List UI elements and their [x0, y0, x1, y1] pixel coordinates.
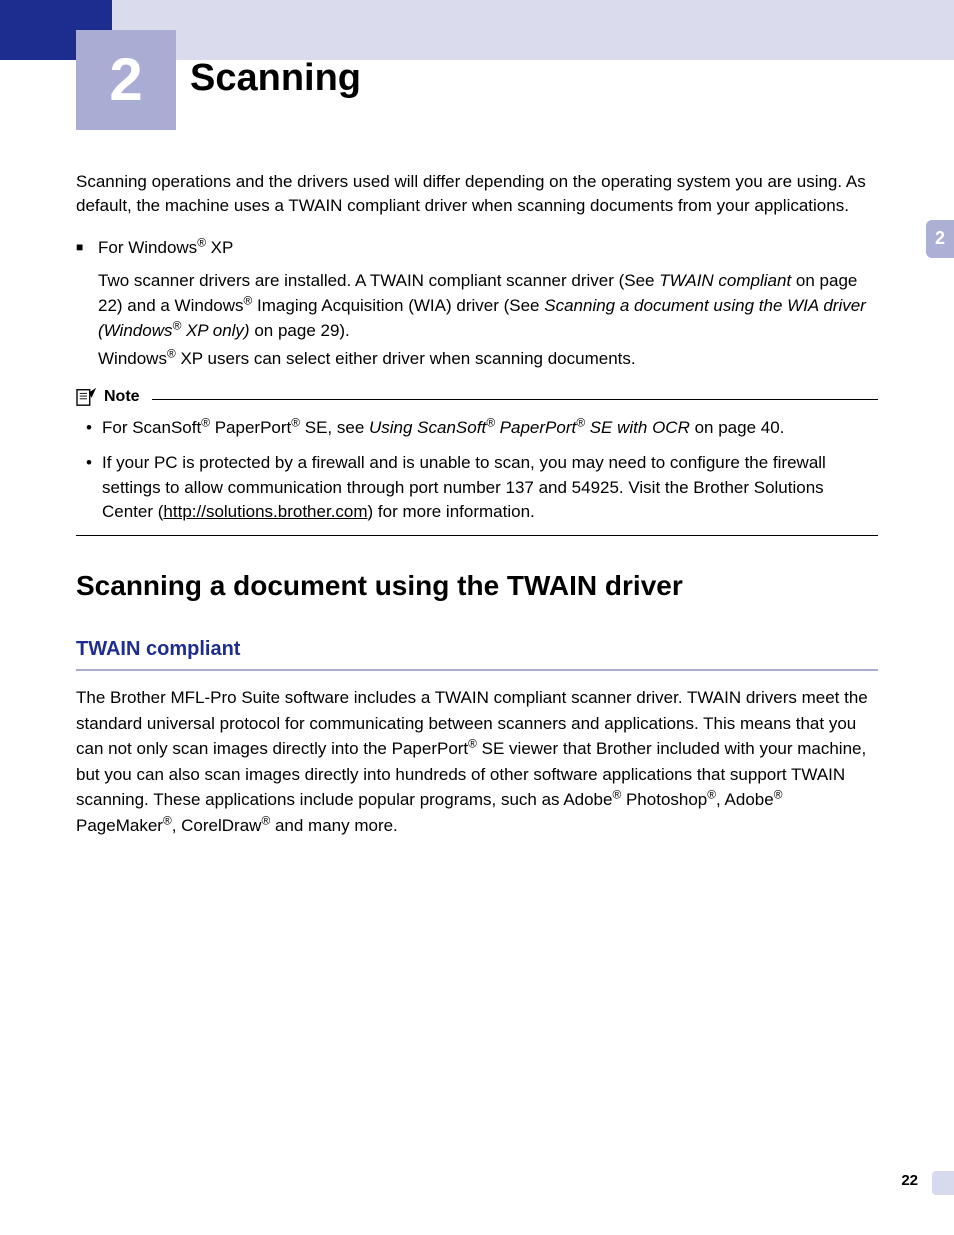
section-heading: Scanning a document using the TWAIN driv…	[76, 566, 878, 605]
winxp-paragraph-2: Windows® XP users can select either driv…	[98, 347, 878, 372]
page-number: 22	[901, 1170, 918, 1191]
page-num-tab	[932, 1171, 954, 1195]
link-twain-compliant[interactable]: TWAIN compliant	[659, 271, 791, 290]
note-icon	[76, 387, 98, 407]
bullet-dot-icon: •	[86, 451, 102, 525]
note-label: Note	[104, 386, 140, 408]
bullet-dot-icon: •	[86, 416, 102, 441]
body-paragraph: The Brother MFL-Pro Suite software inclu…	[76, 685, 878, 838]
link-brother-solutions[interactable]: http://solutions.brother.com	[163, 502, 367, 521]
note-rule	[152, 390, 878, 400]
note-bullet-1: • For ScanSoft® PaperPort® SE, see Using…	[86, 416, 878, 441]
intro-paragraph: Scanning operations and the drivers used…	[76, 170, 878, 218]
link-scansoft-ocr[interactable]: Using ScanSoft® PaperPort® SE with OCR	[369, 418, 690, 437]
bullet-windows-xp: ■ For Windows® XP	[76, 236, 878, 260]
note-bullet-2: • If your PC is protected by a firewall …	[86, 451, 878, 525]
note-header: Note	[76, 386, 878, 408]
chapter-header: 2 Scanning	[0, 30, 954, 150]
note-bottom-rule	[76, 535, 878, 536]
bullet-label: For Windows® XP	[98, 236, 233, 260]
subsection-heading: TWAIN compliant	[76, 635, 878, 671]
page-content: Scanning operations and the drivers used…	[0, 150, 954, 838]
chapter-title: Scanning	[190, 52, 361, 105]
note-block: Note • For ScanSoft® PaperPort® SE, see …	[76, 386, 878, 536]
chapter-number-box: 2	[76, 30, 176, 130]
side-tab: 2	[926, 220, 954, 258]
winxp-paragraph-1: Two scanner drivers are installed. A TWA…	[98, 269, 878, 343]
square-bullet-icon: ■	[76, 236, 98, 260]
